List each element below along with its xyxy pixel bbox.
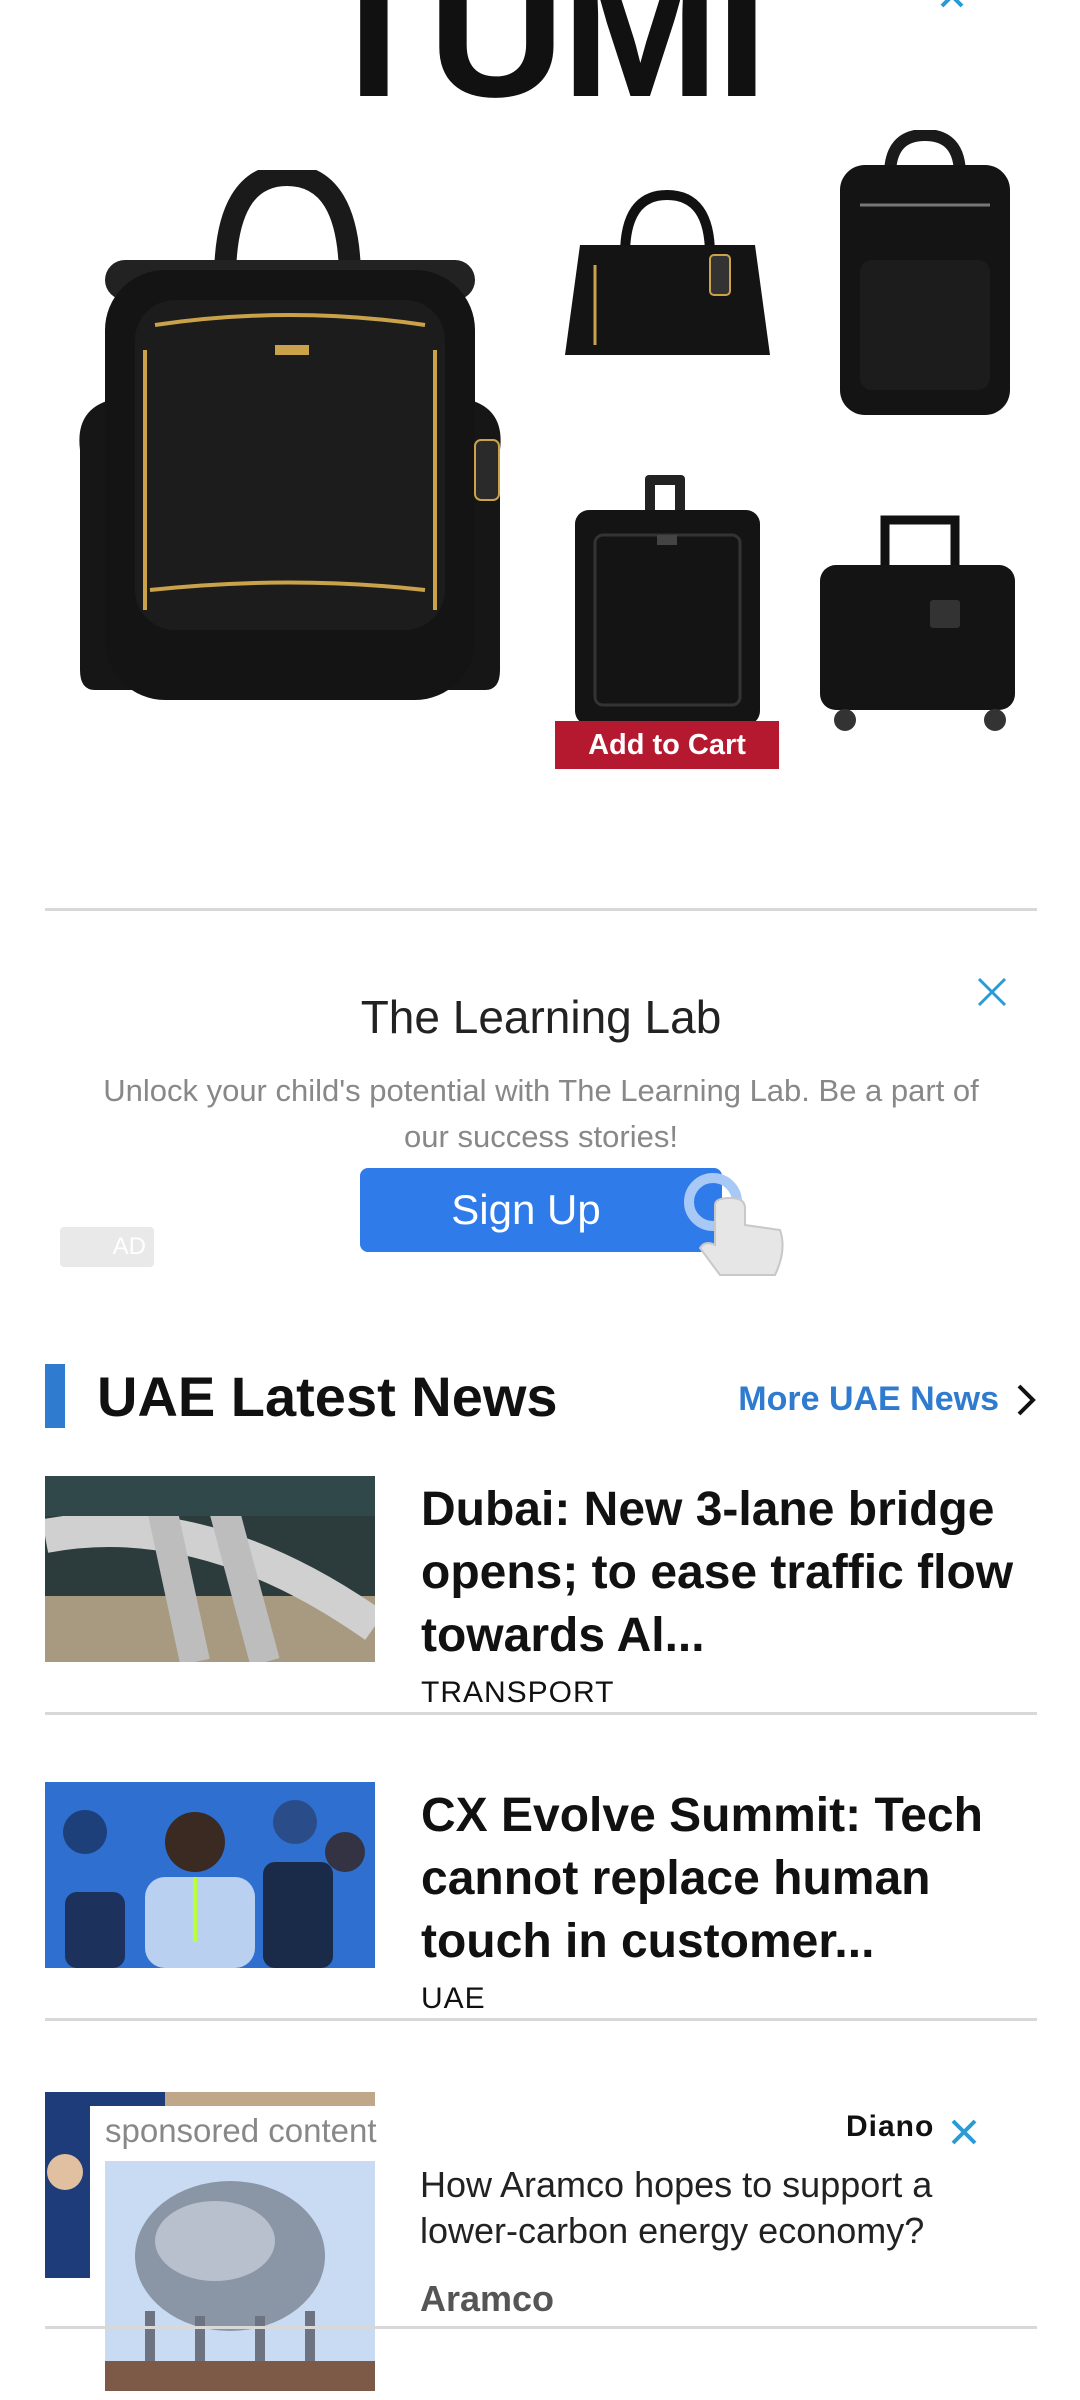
section-accent-bar (45, 1364, 65, 1428)
tap-hand-icon (684, 1173, 784, 1276)
tumi-logo: TUMI (316, 0, 768, 100)
ad-choices-icon[interactable] (940, 0, 964, 8)
divider (45, 2326, 1037, 2329)
svg-text:TUMI: TUMI (316, 0, 764, 100)
ad-description: Unlock your child's potential with The L… (103, 1073, 979, 1154)
product-backpack-slim[interactable] (830, 130, 1020, 420)
ad-badge: AD (60, 1227, 154, 1267)
news-category: UAE (421, 1982, 486, 2015)
section-title: UAE Latest News (97, 1365, 558, 1428)
sign-up-button[interactable]: Sign Up (360, 1168, 722, 1252)
news-list-item[interactable]: CX Evolve Summit: Tech cannot replace hu… (45, 1782, 1037, 2021)
close-icon[interactable] (975, 975, 1009, 1009)
close-icon[interactable] (948, 2116, 980, 2148)
learning-lab-ad[interactable]: The Learning Lab Unlock your child's pot… (45, 930, 1037, 1276)
tumi-display-ad[interactable]: TUMI (0, 0, 1080, 800)
product-tote-bag[interactable] (560, 185, 775, 365)
product-wheeled-briefcase[interactable] (815, 510, 1020, 735)
sponsored-advertiser: Aramco (420, 2278, 555, 2319)
news-list-item[interactable]: Dubai: New 3-lane bridge opens; to ease … (45, 1476, 1037, 1715)
sponsored-content-widget[interactable]: sponsored content Diano How Aramco hopes… (90, 2106, 1000, 2400)
product-carry-on[interactable] (565, 475, 765, 725)
news-category: TRANSPORT (421, 1676, 615, 1709)
sponsored-image (105, 2161, 375, 2391)
ad-network-logo: Diano (846, 2110, 935, 2143)
news-thumbnail (45, 1782, 375, 1968)
sponsored-headline[interactable]: How Aramco hopes to support a lower-carb… (420, 2162, 980, 2254)
news-section-header: UAE Latest News More UAE News (45, 1362, 1037, 1428)
news-thumbnail (45, 1476, 375, 1662)
news-headline[interactable]: CX Evolve Summit: Tech cannot replace hu… (421, 1784, 1041, 1973)
more-news-link[interactable]: More UAE News (738, 1380, 999, 1419)
ad-title: The Learning Lab (360, 991, 722, 1043)
divider (45, 908, 1037, 911)
chevron-right-icon[interactable] (1015, 1382, 1037, 1418)
add-to-cart-button[interactable]: Add to Cart (555, 721, 779, 769)
sponsored-label: sponsored content (105, 2112, 377, 2149)
divider (45, 1712, 1037, 1715)
divider (45, 2018, 1037, 2021)
product-backpack-large[interactable] (75, 170, 505, 730)
news-headline[interactable]: Dubai: New 3-lane bridge opens; to ease … (421, 1478, 1041, 1667)
